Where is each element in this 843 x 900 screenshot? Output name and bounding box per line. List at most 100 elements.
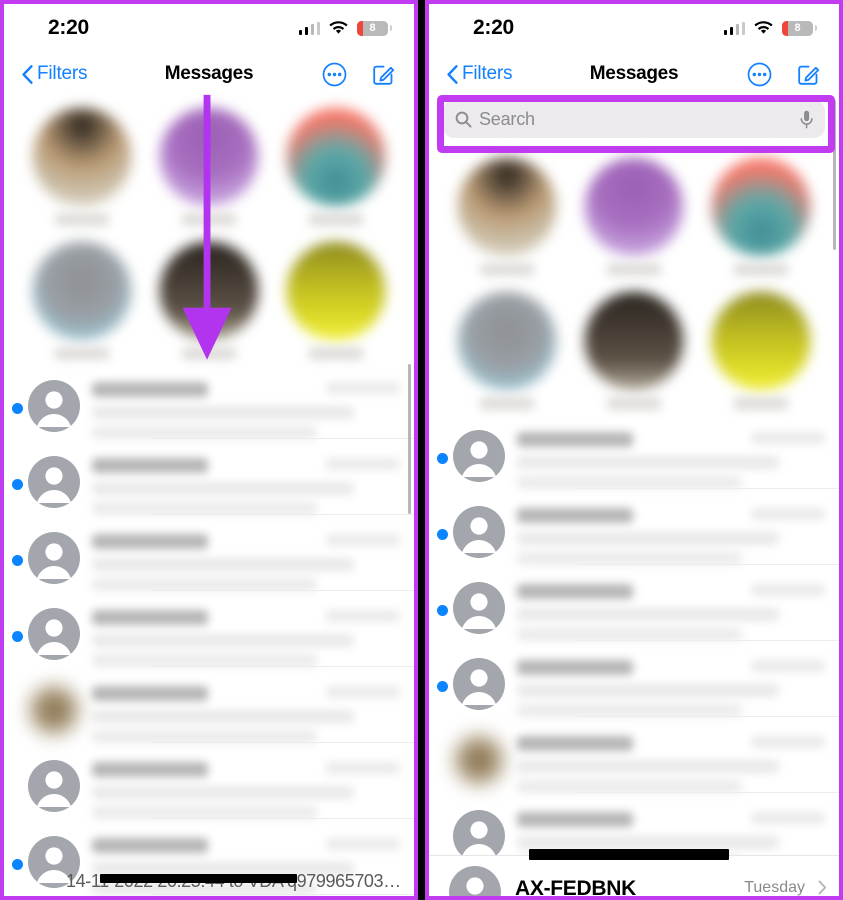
ellipsis-circle-icon[interactable] [747,62,772,87]
filters-label: Filters [37,63,88,84]
pinned-avatar-2[interactable] [570,154,697,276]
pinned-avatar-image [457,291,556,391]
avatar [28,608,80,660]
conversation-preview [80,598,414,667]
pinned-avatar-1[interactable] [18,104,145,226]
pinned-avatar-label [53,213,110,226]
avatar [28,684,80,736]
conversation-row[interactable] [429,572,839,648]
right-phone-panel: 2:20 8 Filters Messages Search AX-FEDBNK… [425,0,843,900]
person-placeholder-icon [28,532,80,584]
pinned-avatar-3[interactable] [273,104,400,226]
avatar [28,380,80,432]
ellipsis-circle-icon[interactable] [322,62,347,87]
conversation-sender [92,610,208,625]
pinned-avatar-label [180,213,237,226]
conversation-timestamp [326,458,400,470]
conversation-timestamp [751,660,825,672]
avatar [28,456,80,508]
conversation-sender [517,432,633,447]
conversation-row[interactable] [4,674,414,750]
conversation-row-bank[interactable]: AX-FEDBNK Tuesday [429,849,839,896]
conversation-timestamp [751,736,825,748]
pinned-conversations [4,96,414,370]
pinned-avatar-image [584,291,684,391]
conversation-row[interactable] [4,598,414,674]
conversation-row[interactable] [4,446,414,522]
unread-dot [12,478,23,490]
pinned-avatar-5[interactable] [145,238,272,360]
unread-dot-empty [437,757,448,768]
row-divider [152,894,414,895]
conversation-snippet-line [517,684,780,697]
conversation-row[interactable] [429,724,839,800]
navigation-bar: Filters Messages [4,52,414,96]
pinned-avatar-1[interactable] [443,154,570,276]
search-input[interactable]: Search [443,100,825,138]
avatar [28,760,80,812]
person-placeholder-icon [453,582,505,634]
row-divider [152,590,414,591]
conversation-sender [92,534,208,549]
pinned-avatar-6[interactable] [273,238,400,360]
conversation-timestamp [326,762,400,774]
pinned-avatar-5[interactable] [570,288,697,410]
pinned-avatar-3[interactable] [698,154,825,276]
unread-dot [12,402,23,414]
conversation-row[interactable] [4,370,414,446]
conversation-row[interactable] [429,496,839,572]
conversation-preview [505,420,839,489]
scrollbar[interactable] [832,100,836,250]
conversation-timestamp [326,534,400,546]
person-placeholder-icon [28,380,80,432]
pinned-avatar-6[interactable] [698,288,825,410]
unread-dot [437,528,448,540]
conversation-preview [505,724,839,793]
pinned-avatar-image [712,291,811,391]
status-indicators: 8 [298,20,392,36]
microphone-icon[interactable] [800,110,813,129]
battery-icon: 8 [357,20,392,36]
row-divider [577,792,839,793]
conversation-sender [92,762,208,777]
conversation-preview [505,496,839,565]
conversation-timestamp [751,432,825,444]
panel-gap [418,0,425,900]
pinned-avatar-4[interactable] [443,288,570,410]
status-bar: 2:20 8 [4,4,414,52]
status-indicators: 8 [723,20,817,36]
pinned-avatar-image [287,107,386,207]
search-bar-container: Search [429,96,839,146]
pinned-avatar-label [605,263,662,276]
battery-icon: 8 [782,20,817,36]
scrollbar[interactable] [407,364,411,514]
row-divider [577,716,839,717]
conversation-sender [517,812,633,827]
person-placeholder-icon [28,760,80,812]
person-placeholder-icon [453,430,505,482]
pinned-avatar-image [159,107,259,207]
conversation-snippet-line [517,608,780,621]
pinned-avatar-label [733,263,790,276]
pinned-avatar-4[interactable] [18,238,145,360]
conversation-row[interactable] [429,648,839,724]
compose-square-icon[interactable] [796,62,821,87]
filters-back-button[interactable]: Filters [22,63,88,85]
wifi-icon [329,21,348,35]
signal-bars-icon [723,21,745,35]
filters-back-button[interactable]: Filters [447,63,513,85]
pinned-avatar-2[interactable] [145,104,272,226]
compose-square-icon[interactable] [371,62,396,87]
conversation-row[interactable] [4,522,414,598]
person-placeholder-icon [28,456,80,508]
conversation-row[interactable] [429,420,839,496]
signal-bars-icon [298,21,320,35]
conversation-list[interactable] [4,370,414,896]
pinned-avatar-image [584,157,684,257]
unread-dot-empty [12,707,23,718]
conversation-list[interactable] [429,420,839,876]
conversation-row[interactable] [4,750,414,826]
conversation-snippet-line [92,558,355,571]
pinned-avatar-label [308,347,365,360]
pinned-avatar-label [478,397,535,410]
